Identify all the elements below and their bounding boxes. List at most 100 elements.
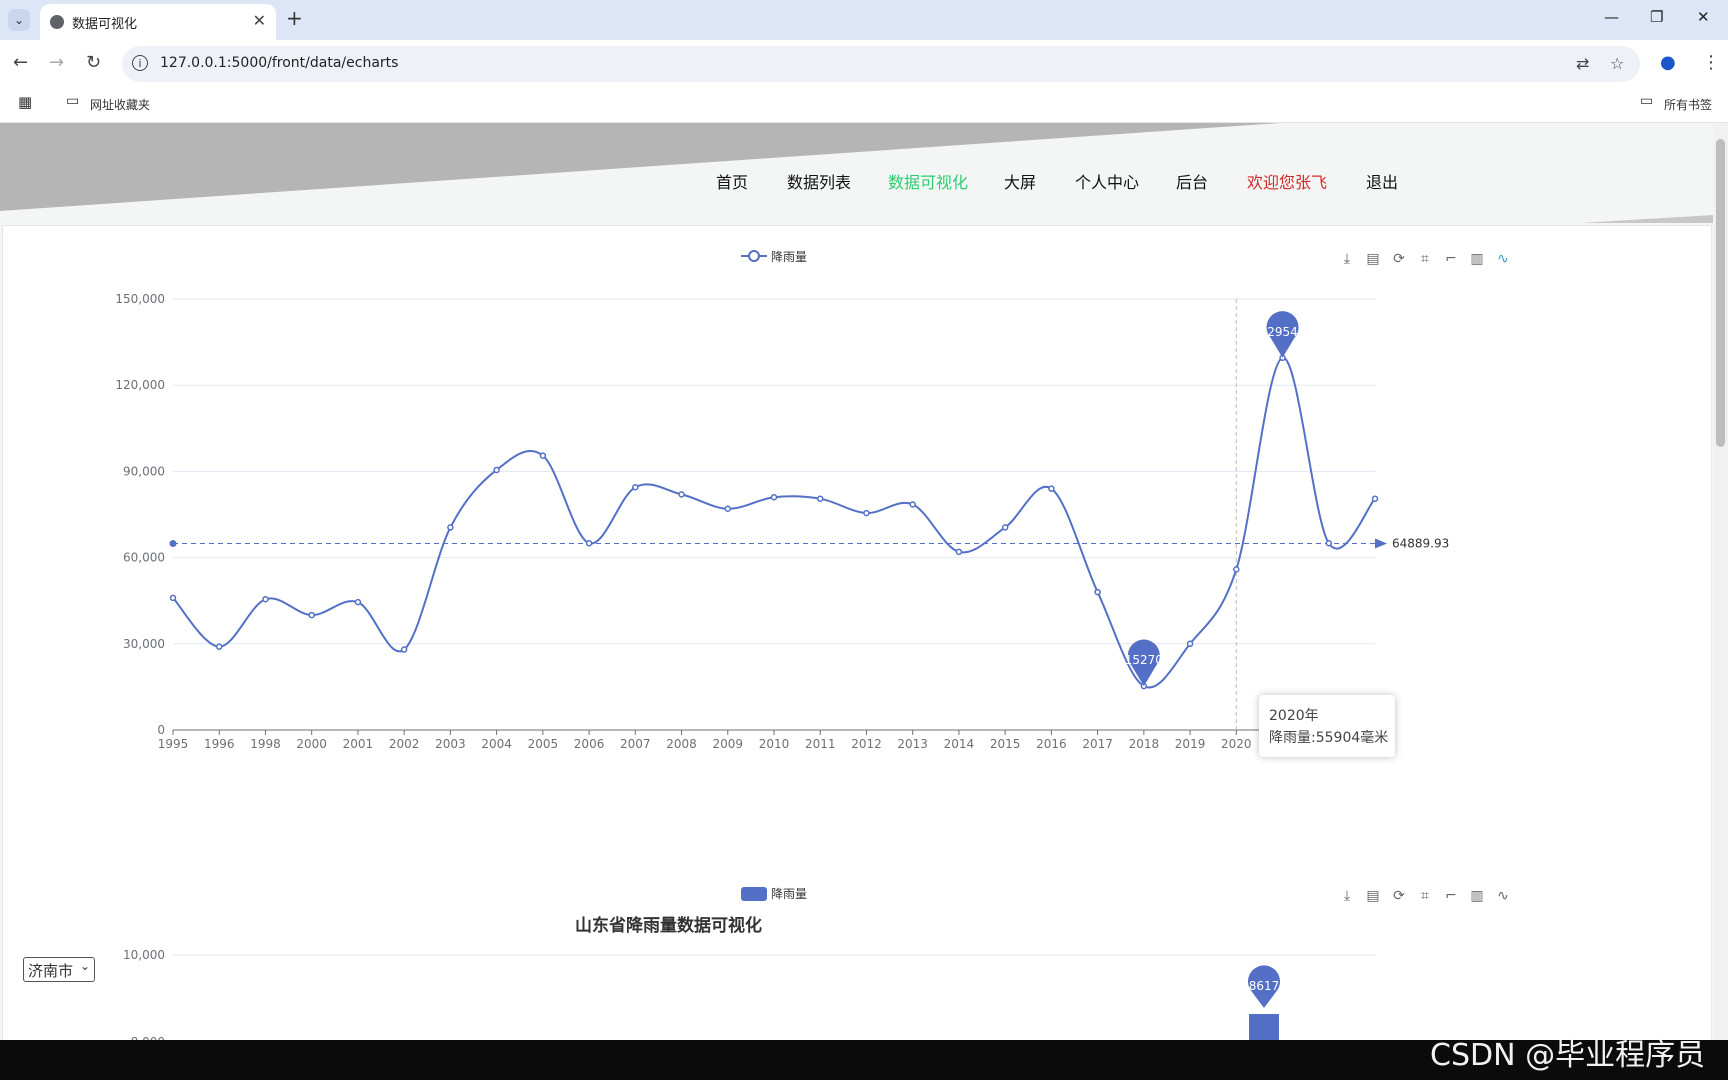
data-point (863, 509, 870, 517)
y-tick-label: 30,000 (123, 637, 165, 651)
tab-search-button[interactable]: ⌄ (8, 9, 30, 31)
folder-icon: ▭ (1640, 93, 1654, 109)
star-icon[interactable]: ☆ (1610, 54, 1624, 73)
data-view-icon[interactable]: ▤ (1364, 887, 1382, 905)
tab-title: 数据可视化 (72, 17, 138, 32)
restore-icon[interactable]: ⟳ (1390, 887, 1408, 905)
x-tick-label: 2000 (296, 737, 327, 751)
x-tick-label: 2017 (1082, 737, 1113, 751)
apps-icon[interactable]: ▦ (18, 93, 32, 111)
y-tick-label: 120,000 (115, 378, 165, 392)
data-point (1094, 588, 1101, 596)
x-tick-label: 2001 (343, 737, 374, 751)
zoom-icon[interactable]: ⌗ (1416, 887, 1434, 905)
globe-icon (50, 15, 64, 29)
x-tick-label: 2002 (389, 737, 420, 751)
minimize-icon[interactable]: — (1604, 8, 1619, 26)
folder-icon: ▭ (66, 93, 80, 109)
x-tick-label: 2014 (944, 737, 975, 751)
legend-bar-icon[interactable] (741, 886, 767, 902)
chart-panel: 降雨量 ⤓ ▤ ⟳ ⌗ ⌐ ▥ ∿ 0 30,000 60,000 90,000 120… (2, 225, 1712, 1040)
chart-tooltip: 2020年 降雨量:55904毫米 (1259, 695, 1395, 757)
close-tab-icon[interactable]: ✕ (253, 11, 266, 30)
mean-line-start (169, 540, 177, 548)
data-point (1325, 539, 1333, 547)
data-point (354, 598, 362, 606)
data-point (493, 466, 500, 474)
data-point (400, 646, 408, 653)
tooltip-year: 2020年 (1269, 708, 1319, 724)
nav-home[interactable]: 首页 (716, 169, 748, 193)
x-tick-label: 2006 (574, 737, 605, 751)
browser-tab[interactable]: 数据可视化 ✕ (40, 4, 276, 40)
restore-icon[interactable]: ❐ (1650, 8, 1663, 26)
mark-point-label: 15270 (1125, 653, 1163, 667)
x-tick-label: 2016 (1036, 737, 1067, 751)
x-tick-label: 2009 (712, 737, 743, 751)
nav-logout[interactable]: 退出 (1366, 169, 1398, 193)
line-chart[interactable]: 0 30,000 60,000 90,000 120,000 150,000 1995 199… (3, 226, 1703, 816)
x-tick-label: 2013 (897, 737, 928, 751)
new-tab-icon[interactable]: + (286, 6, 303, 30)
bookmarks-bar: ▦ ▭ 网址收藏夹 ▭ 所有书签 (0, 88, 1728, 123)
data-point (308, 611, 315, 619)
site-info-icon[interactable]: i (132, 55, 148, 71)
mark-point-label: 8617 (1249, 979, 1280, 993)
translate-icon[interactable]: ⇄ (1576, 54, 1589, 73)
data-point (1186, 640, 1194, 648)
data-point (909, 501, 916, 508)
x-tick-label: 2008 (666, 737, 697, 751)
x-tick-label: 2018 (1129, 737, 1160, 751)
y-tick-label: 10,000 (123, 948, 165, 962)
reload-icon[interactable]: ↻ (86, 52, 101, 73)
zoom-back-icon[interactable]: ⌐ (1442, 887, 1460, 905)
x-tick-label: 2012 (851, 737, 882, 751)
data-point (539, 452, 547, 459)
y-tick-label: 60,000 (123, 551, 165, 565)
page-scrollbar[interactable] (1713, 123, 1728, 1040)
data-point (770, 494, 778, 501)
back-icon[interactable]: ← (13, 52, 28, 73)
all-bookmarks[interactable]: 所有书签 (1664, 96, 1712, 113)
profile-icon[interactable]: ● (1660, 52, 1676, 73)
mean-line-arrow (1375, 538, 1387, 549)
nav-visualization[interactable]: 数据可视化 (888, 169, 968, 193)
data-point (1371, 495, 1379, 502)
browser-toolbar: ← → ↻ i 127.0.0.1:5000/front/data/echart… (0, 40, 1728, 88)
menu-icon[interactable]: ⋮ (1702, 52, 1720, 73)
nav-profile[interactable]: 个人中心 (1075, 169, 1139, 193)
series-line (172, 356, 1376, 689)
data-point (215, 643, 223, 650)
x-tick-label: 2019 (1175, 737, 1206, 751)
nav-welcome-user[interactable]: 欢迎您张飞 (1247, 169, 1327, 193)
watermark: CSDN @毕业程序员 (1430, 1038, 1706, 1073)
data-point (1001, 524, 1009, 531)
y-tick-label: 90,000 (123, 464, 165, 478)
data-point (169, 594, 177, 602)
forward-icon[interactable]: → (49, 52, 64, 73)
window-close-icon[interactable]: ✕ (1697, 8, 1710, 26)
nav-admin[interactable]: 后台 (1176, 169, 1208, 193)
data-point (678, 491, 685, 498)
data-point (955, 548, 963, 556)
data-point (447, 524, 454, 531)
y-tick-label: 0 (157, 723, 165, 737)
x-tick-label: 2005 (528, 737, 559, 751)
line-chart-icon[interactable]: ∿ (1494, 887, 1512, 905)
header-banner (0, 123, 1713, 223)
x-tick-label: 2007 (620, 737, 651, 751)
legend-label[interactable]: 降雨量 (771, 885, 807, 902)
x-tick-label: 2015 (990, 737, 1021, 751)
data-point (724, 505, 732, 513)
bookmark-folder[interactable]: 网址收藏夹 (90, 96, 150, 113)
bar (1249, 1014, 1279, 1040)
bar-chart-icon[interactable]: ▥ (1468, 887, 1486, 905)
url-text: 127.0.0.1:5000/front/data/echarts (160, 55, 399, 71)
address-bar[interactable]: i 127.0.0.1:5000/front/data/echarts ⇄ ☆ (122, 46, 1640, 82)
download-icon[interactable]: ⤓ (1338, 887, 1356, 905)
mark-point-label: 129548 (1260, 325, 1306, 339)
nav-data-list[interactable]: 数据列表 (787, 169, 851, 193)
nav-big-screen[interactable]: 大屏 (1004, 169, 1036, 193)
scroll-thumb[interactable] (1716, 139, 1725, 447)
bar-chart[interactable]: 8,00010,0008617 (3, 916, 1703, 1040)
